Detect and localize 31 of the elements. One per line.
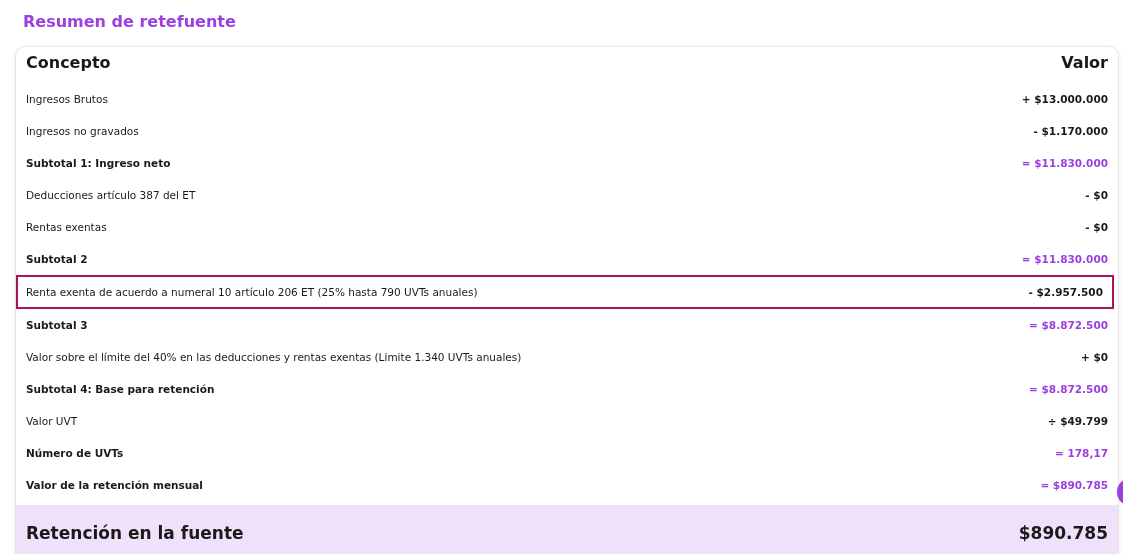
- row-value: + $13.000.000: [1021, 93, 1108, 105]
- total-label: Retención en la fuente: [26, 523, 244, 543]
- row-value: ÷ $49.799: [1047, 415, 1108, 427]
- row-value: - $0: [1085, 189, 1108, 201]
- column-header: Concepto: [26, 53, 111, 74]
- row-value: = $890.785: [1040, 479, 1108, 491]
- row-label: Valor UVT: [26, 415, 78, 427]
- row-value: = $11.830.000: [1021, 157, 1108, 169]
- row-label: Deducciones artículo 387 del ET: [26, 189, 196, 201]
- row-label: Número de UVTs: [26, 447, 124, 459]
- row-value: - $0: [1085, 221, 1108, 233]
- row-value: = $11.830.000: [1021, 253, 1108, 265]
- section-title: Resumen de retefuente: [23, 12, 237, 31]
- row-label: Valor sobre el límite del 40% en las deducciones y rentas exentas (Limite 1.340 UVTs anuales): [26, 351, 522, 363]
- row-value: + $0: [1080, 351, 1108, 363]
- row-label: Subtotal 3: [26, 319, 88, 331]
- row-value: - $1.170.000: [1033, 125, 1108, 137]
- row-label: Subtotal 2: [26, 253, 88, 265]
- row-label: Subtotal 4: Base para retención: [26, 383, 215, 395]
- column-header: Valor: [1061, 53, 1108, 74]
- row-label: Ingresos Brutos: [26, 93, 108, 105]
- row-label: Valor de la retención mensual: [26, 479, 203, 491]
- row-value: = 178,17: [1055, 447, 1108, 459]
- row-label: Rentas exentas: [26, 221, 107, 233]
- row-value: = $8.872.500: [1029, 383, 1108, 395]
- row-label: Ingresos no gravados: [26, 125, 139, 137]
- row-label: Subtotal 1: Ingreso neto: [26, 157, 171, 169]
- row-label: Renta exenta de acuerdo a numeral 10 artículo 206 ET (25% hasta 790 UVTs anuales): [26, 286, 478, 298]
- total-value: $890.785: [1018, 523, 1108, 543]
- row-value: - $2.957.500: [1028, 286, 1103, 298]
- row-value: = $8.872.500: [1029, 319, 1108, 331]
